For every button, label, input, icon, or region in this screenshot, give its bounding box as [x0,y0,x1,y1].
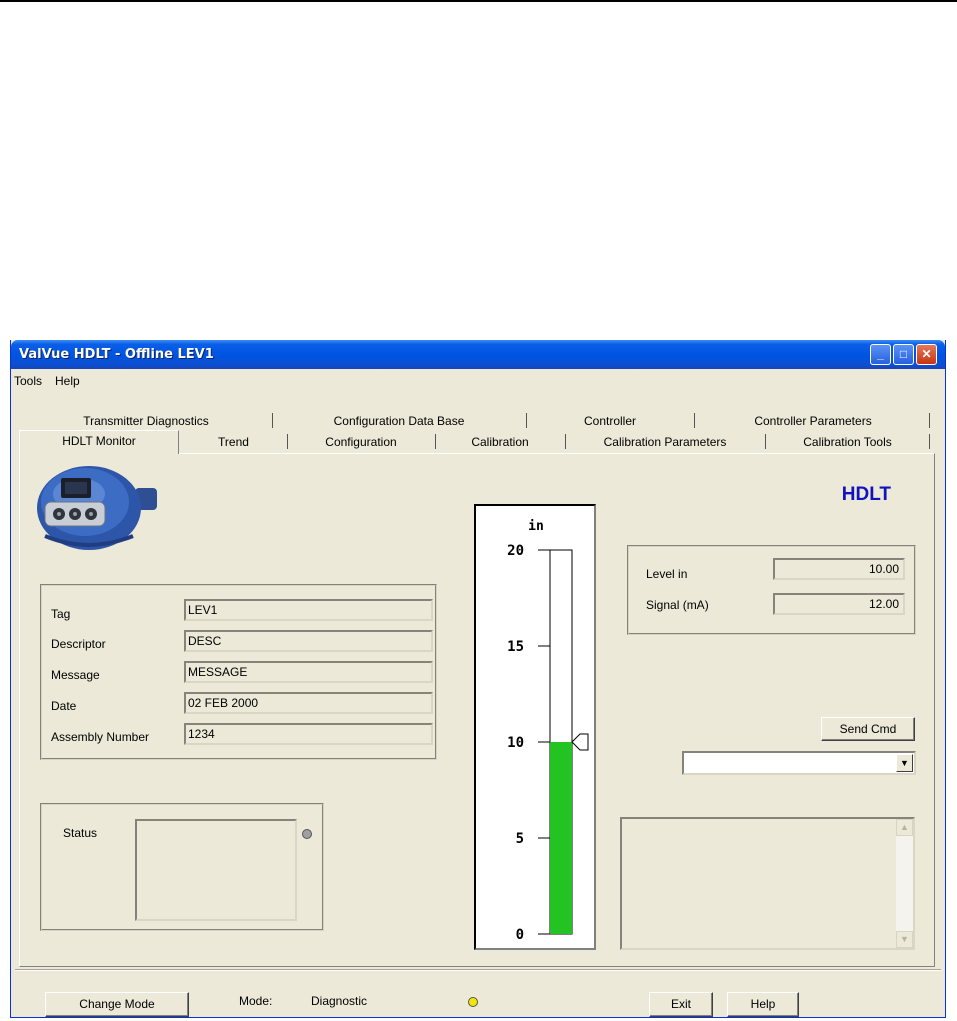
tab-calibration-parameters[interactable]: Calibration Parameters [566,432,764,452]
tab-controller[interactable]: Controller [527,411,693,431]
assembly-number-field[interactable]: 1234 [184,723,433,745]
transmitter-device-icon [35,458,159,554]
gauge-tick-label: 20 [507,543,524,559]
level-gauge-svg: in 20 15 10 5 0 [507,519,589,943]
status-label: Status [63,826,98,840]
message-label: Message [51,668,100,682]
maximize-button[interactable]: □ [893,344,914,365]
hdlt-brand-label: HDLT [841,484,891,505]
level-label: Level in [646,567,688,581]
descriptor-field[interactable]: DESC [184,630,433,652]
page-top-rule [0,0,957,2]
status-indicator-icon [302,829,312,839]
app-window: ValVue HDLT - Offline LEV1 _ □ ✕ Tools H… [10,340,946,1018]
date-label: Date [51,699,77,713]
menu-tools[interactable]: Tools [14,374,42,388]
descriptor-label: Descriptor [51,637,106,651]
vertical-scrollbar[interactable]: ▲ ▼ [896,819,913,948]
tab-trend[interactable]: Trend [181,432,286,452]
response-textarea[interactable]: ▲ ▼ [620,817,915,950]
close-button[interactable]: ✕ [916,344,937,365]
tag-field[interactable]: LEV1 [184,599,433,621]
tab-separator [929,434,930,449]
window-title: ValVue HDLT - Offline LEV1 [19,347,214,362]
tab-configuration[interactable]: Configuration [288,432,434,452]
mode-value: Diagnostic [311,994,368,1008]
tab-hdlt-monitor[interactable]: HDLT Monitor [19,430,179,454]
gauge-level-fill [550,742,572,934]
send-cmd-button[interactable]: Send Cmd [821,717,915,741]
tag-label: Tag [51,607,71,621]
tab-transmitter-diagnostics[interactable]: Transmitter Diagnostics [21,411,271,431]
status-display [135,819,297,921]
mode-label: Mode: [239,994,273,1008]
scroll-up-icon[interactable]: ▲ [896,819,913,836]
gauge-tick-label: 5 [516,831,524,847]
minimize-button[interactable]: _ [870,344,891,365]
assembly-number-label: Assembly Number [51,730,150,744]
chevron-down-icon[interactable]: ▼ [896,754,913,772]
help-button[interactable]: Help [727,992,799,1017]
gauge-level-pointer-icon [571,733,589,751]
title-bar[interactable]: ValVue HDLT - Offline LEV1 _ □ ✕ [11,340,945,369]
tab-configuration-data-base[interactable]: Configuration Data Base [273,411,525,431]
change-mode-button[interactable]: Change Mode [45,992,189,1017]
menu-bar: Tools Help [11,369,945,391]
tab-controller-parameters[interactable]: Controller Parameters [695,411,931,431]
gauge-tick-label: 0 [516,927,524,943]
date-field[interactable]: 02 FEB 2000 [184,692,433,714]
level-value: 10.00 [773,558,905,580]
mode-indicator-icon [468,997,478,1007]
level-gauge: in 20 15 10 5 0 [474,504,596,950]
message-field[interactable]: MESSAGE [184,661,433,683]
bottom-divider [15,969,941,971]
command-select[interactable]: ▼ [682,751,916,775]
menu-help[interactable]: Help [55,374,80,388]
gauge-unit-label: in [528,519,544,534]
tab-separator [929,413,930,428]
gauge-tick-label: 10 [507,735,524,751]
tab-calibration[interactable]: Calibration [436,432,564,452]
signal-value: 12.00 [773,593,905,615]
tab-calibration-tools[interactable]: Calibration Tools [766,432,929,452]
scroll-down-icon[interactable]: ▼ [896,931,913,948]
exit-button[interactable]: Exit [649,992,713,1017]
gauge-tick-label: 15 [507,639,524,655]
signal-label: Signal (mA) [646,598,709,612]
